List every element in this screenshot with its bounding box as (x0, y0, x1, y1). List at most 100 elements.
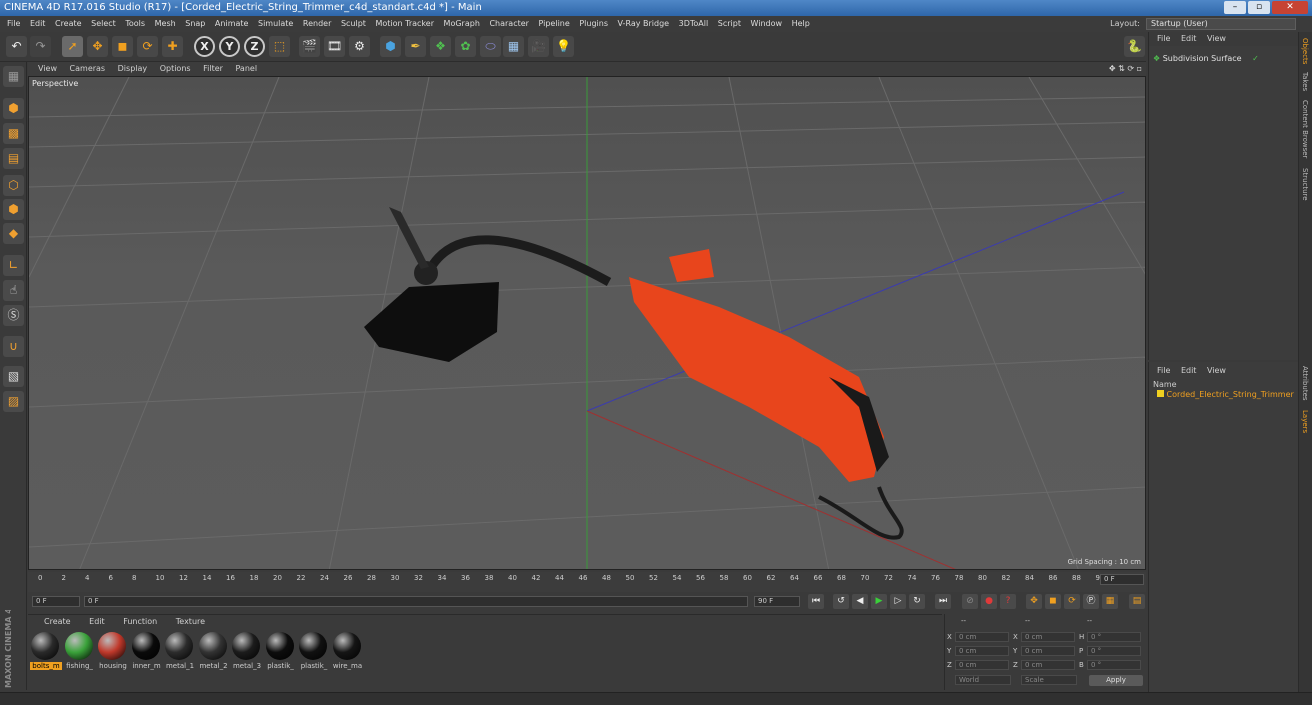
tab-structure[interactable]: Structure (1301, 168, 1309, 201)
start-frame-field[interactable]: 0 F (32, 596, 80, 607)
axis-mode-icon[interactable]: ∟ (3, 255, 24, 276)
minimize-button[interactable]: – (1224, 1, 1246, 14)
vp-menu-cameras[interactable]: Cameras (70, 64, 106, 73)
apply-button[interactable]: Apply (1089, 675, 1143, 686)
menu-script[interactable]: Script (718, 16, 741, 32)
menu-character[interactable]: Character (489, 16, 529, 32)
tab-objects[interactable]: Objects (1301, 38, 1309, 64)
viewport-nav-icons[interactable]: ✥ ⇅ ⟳ ▫ (1109, 62, 1142, 76)
mat-menu-create[interactable]: Create (44, 617, 71, 626)
keyframe-selection-icon[interactable]: ? (1000, 594, 1016, 609)
key-pla-icon[interactable]: ▦ (1102, 594, 1118, 609)
python-icon[interactable]: 🐍 (1124, 36, 1145, 57)
planar-workplane-icon[interactable]: ▨ (3, 391, 24, 412)
texture-mode-icon[interactable]: ▩ (3, 123, 24, 144)
subdivision-icon[interactable]: ❖ (430, 36, 451, 57)
axis-z-button[interactable]: Z (244, 36, 265, 57)
coord-value-field[interactable]: 0 cm (1021, 660, 1075, 670)
coord-value-field[interactable]: 0 cm (1021, 646, 1075, 656)
key-position-icon[interactable]: ✥ (1026, 594, 1042, 609)
coord-value-field[interactable]: 0 cm (955, 646, 1009, 656)
model-mode-icon[interactable]: ⬢ (3, 98, 24, 119)
tweak-icon[interactable]: ☝ (3, 280, 24, 301)
coord-value-field[interactable]: 0 cm (955, 632, 1009, 642)
vp-menu-options[interactable]: Options (160, 64, 191, 73)
layer-menu-edit[interactable]: Edit (1181, 366, 1197, 375)
tab-content-browser[interactable]: Content Browser (1301, 100, 1309, 158)
next-frame-icon[interactable]: ▷ (890, 594, 906, 609)
coord-value-field[interactable]: 0 ° (1087, 632, 1141, 642)
mat-menu-edit[interactable]: Edit (89, 617, 105, 626)
world-coords-icon[interactable]: ⬚ (269, 36, 290, 57)
menu-select[interactable]: Select (91, 16, 116, 32)
material-swatch[interactable]: fishing_ (64, 632, 94, 672)
menu-snap[interactable]: Snap (185, 16, 205, 32)
obj-menu-file[interactable]: File (1157, 34, 1170, 43)
range-slider[interactable]: 0 F (84, 596, 748, 607)
menu-edit[interactable]: Edit (30, 16, 46, 32)
prev-key-icon[interactable]: ↺ (833, 594, 849, 609)
menu-create[interactable]: Create (55, 16, 82, 32)
move-icon[interactable]: ✥ (87, 36, 108, 57)
mat-menu-function[interactable]: Function (123, 617, 157, 626)
maximize-button[interactable]: ▫ (1248, 1, 1270, 14)
visibility-check-icon[interactable]: ✓ (1252, 54, 1259, 63)
key-param-icon[interactable]: Ⓟ (1083, 594, 1099, 609)
cloner-icon[interactable]: ✿ (455, 36, 476, 57)
menu-mograph[interactable]: MoGraph (444, 16, 480, 32)
obj-menu-edit[interactable]: Edit (1181, 34, 1197, 43)
material-swatch[interactable]: metal_1 (164, 632, 194, 672)
render-view-icon[interactable]: 🎬 (299, 36, 320, 57)
key-scale-icon[interactable]: ◼ (1045, 594, 1061, 609)
end-frame-field[interactable]: 90 F (754, 596, 800, 607)
render-settings-icon[interactable]: ⚙ (349, 36, 370, 57)
menu-render[interactable]: Render (303, 16, 331, 32)
menu-simulate[interactable]: Simulate (258, 16, 293, 32)
cube-icon[interactable]: ⬢ (380, 36, 401, 57)
material-swatch[interactable]: bolts_m (30, 632, 62, 672)
scale-icon[interactable]: ◼ (112, 36, 133, 57)
menu-plugins[interactable]: Plugins (579, 16, 608, 32)
layer-menu-file[interactable]: File (1157, 366, 1170, 375)
record-keys-icon[interactable]: ⊘ (962, 594, 978, 609)
points-mode-icon[interactable]: ⬡ (3, 175, 24, 196)
menu-help[interactable]: Help (792, 16, 810, 32)
render-picture-viewer-icon[interactable]: 🎞 (324, 36, 345, 57)
play-icon[interactable]: ▶ (871, 594, 887, 609)
material-swatch[interactable]: metal_3 (231, 632, 261, 672)
viewport[interactable]: Perspective Grid Spacing : 10 cm (28, 76, 1146, 570)
material-swatch[interactable]: inner_m (131, 632, 161, 672)
vp-menu-panel[interactable]: Panel (235, 64, 257, 73)
vp-menu-view[interactable]: View (38, 64, 57, 73)
object-row-subdivision[interactable]: ❖ Subdivision Surface ✓ (1153, 54, 1259, 63)
menu-pipeline[interactable]: Pipeline (538, 16, 569, 32)
coord-value-field[interactable]: 0 cm (955, 660, 1009, 670)
spline-pen-icon[interactable]: ✒ (405, 36, 426, 57)
floor-icon[interactable]: ▦ (503, 36, 524, 57)
select-arrow-icon[interactable]: ➚ (62, 36, 83, 57)
vp-menu-filter[interactable]: Filter (203, 64, 223, 73)
camera-icon[interactable]: 🎥 (528, 36, 549, 57)
tab-takes[interactable]: Takes (1301, 72, 1309, 91)
material-swatch[interactable]: housing (97, 632, 127, 672)
coord-mode-select[interactable]: World (955, 675, 1011, 685)
goto-start-icon[interactable]: ⏮ (808, 594, 824, 609)
layer-menu-view[interactable]: View (1207, 366, 1226, 375)
snap-icon[interactable]: Ⓢ (3, 305, 24, 326)
lock-workplane-icon[interactable]: ▧ (3, 366, 24, 387)
deformer-icon[interactable]: ⬭ (480, 36, 501, 57)
axis-x-button[interactable]: X (194, 36, 215, 57)
menu-sculpt[interactable]: Sculpt (341, 16, 366, 32)
timeline-window-icon[interactable]: ▤ (1129, 594, 1145, 609)
coord-value-field[interactable]: 0 cm (1021, 632, 1075, 642)
make-editable-icon[interactable]: ▦ (3, 66, 24, 87)
polygons-mode-icon[interactable]: ◆ (3, 223, 24, 244)
material-swatch[interactable]: plastik_ (265, 632, 295, 672)
current-frame-field[interactable]: 0 F (1100, 574, 1144, 585)
rotate-icon[interactable]: ⟳ (137, 36, 158, 57)
undo-icon[interactable]: ↶ (6, 36, 27, 57)
size-mode-select[interactable]: Scale (1021, 675, 1077, 685)
menu-motion-tracker[interactable]: Motion Tracker (375, 16, 434, 32)
key-rotation-icon[interactable]: ⟳ (1064, 594, 1080, 609)
material-swatch[interactable]: wire_ma (332, 632, 362, 672)
